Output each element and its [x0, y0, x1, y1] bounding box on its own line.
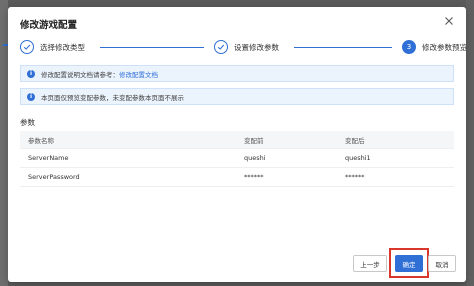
alert-message: 本页面仅预览变配参数，未变配参数本页面不展示	[41, 93, 184, 102]
background-right-strip	[466, 0, 474, 286]
param-after-value: queshi1	[345, 154, 371, 162]
column-header-after: 变配后	[345, 136, 365, 145]
step-connector-2	[294, 47, 392, 48]
params-section-title: 参数	[20, 118, 35, 127]
param-name: ServerPassword	[28, 173, 80, 181]
modify-config-dialog: 修改游戏配置 选择修改类型 设置修改参数 3 修改参数预览 i 修改配置说明文档…	[8, 7, 466, 282]
step-2: 设置修改参数	[214, 40, 279, 54]
check-icon	[217, 44, 225, 50]
confirm-button[interactable]: 确定	[395, 255, 423, 272]
previous-step-button[interactable]: 上一步	[353, 255, 387, 272]
alert-message: 修改配置说明文档请参考：	[41, 70, 119, 79]
param-name: ServerName	[28, 154, 69, 162]
table-row: ServerName queshi queshi1	[20, 149, 454, 168]
dialog-title: 修改游戏配置	[20, 20, 78, 31]
param-after-value: ******	[345, 173, 365, 181]
info-icon: i	[27, 92, 35, 101]
alert-text: 修改配置说明文档请参考：修改配置文档	[41, 69, 158, 79]
config-doc-link[interactable]: 修改配置文档	[119, 71, 158, 79]
param-before-value: queshi	[244, 154, 266, 162]
step-connector-1	[100, 47, 204, 48]
step-3: 3 修改参数预览	[402, 40, 466, 54]
doc-info-alert: i 修改配置说明文档请参考：修改配置文档	[20, 65, 454, 82]
step-1-label: 选择修改类型	[40, 42, 85, 52]
preview-info-alert: i 本页面仅预览变配参数，未变配参数本页面不展示	[20, 88, 454, 105]
step-1: 选择修改类型	[20, 40, 85, 54]
step-2-label: 设置修改参数	[234, 42, 279, 52]
column-header-name: 参数名称	[28, 136, 54, 145]
param-before-value: ******	[244, 173, 264, 181]
cancel-button[interactable]: 取消	[428, 255, 456, 272]
step-3-label: 修改参数预览	[422, 42, 466, 52]
step-2-circle	[214, 40, 228, 54]
close-icon	[445, 17, 453, 25]
table-row: ServerPassword ****** ******	[20, 168, 454, 187]
step-indicator: 选择修改类型 设置修改参数 3 修改参数预览	[20, 40, 466, 58]
table-header-row: 参数名称 变配前 变配后	[20, 131, 454, 149]
check-icon	[23, 44, 31, 50]
background-left-strip	[0, 0, 8, 286]
info-icon: i	[27, 69, 35, 78]
step-1-circle	[20, 40, 34, 54]
column-header-before: 变配前	[244, 136, 264, 145]
params-table: 参数名称 变配前 变配后 ServerName queshi queshi1 S…	[20, 131, 454, 187]
close-button[interactable]	[443, 15, 455, 27]
step-3-circle: 3	[402, 40, 416, 54]
